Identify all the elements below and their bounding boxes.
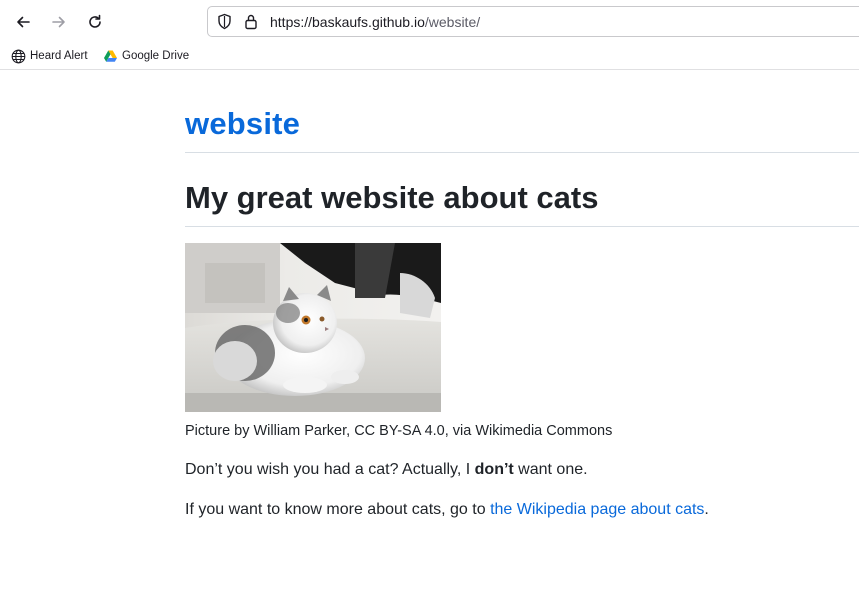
page-title: My great website about cats	[185, 180, 599, 215]
title-divider	[185, 226, 859, 227]
browser-toolbar: https://baskaufs.github.io/website/	[0, 0, 859, 42]
para2-text-after: .	[704, 501, 709, 518]
lock-icon[interactable]	[243, 13, 259, 30]
bookmarks-toolbar: Heard Alert Google Drive	[0, 42, 859, 70]
url-text[interactable]: https://baskaufs.github.io/website/	[270, 14, 480, 30]
address-bar[interactable]: https://baskaufs.github.io/website/	[207, 6, 859, 37]
url-path: /website/	[424, 14, 481, 30]
google-drive-icon	[104, 50, 117, 62]
bookmark-label: Google Drive	[122, 50, 190, 62]
cat-photo	[185, 243, 441, 412]
bookmark-heard-alert[interactable]: Heard Alert	[11, 47, 88, 65]
back-button[interactable]	[10, 9, 36, 35]
globe-icon	[11, 49, 26, 63]
paragraph-more-about-cats: If you want to know more about cats, go …	[185, 501, 709, 519]
url-host: https://baskaufs.github.io	[270, 14, 425, 30]
reload-icon	[89, 14, 101, 28]
paragraph-wish-cat: Don’t you wish you had a cat? Actually, …	[185, 461, 588, 479]
site-title-link[interactable]: website	[185, 106, 300, 142]
para2-text-before: If you want to know more about cats, go …	[185, 501, 491, 518]
shield-icon[interactable]	[216, 13, 233, 30]
photo-caption: Picture by William Parker, CC BY-SA 4.0,…	[185, 423, 613, 439]
header-divider	[185, 152, 859, 153]
back-arrow-icon	[17, 16, 30, 28]
reload-button[interactable]	[82, 9, 108, 35]
bookmark-label: Heard Alert	[30, 50, 88, 62]
bookmark-google-drive[interactable]: Google Drive	[103, 47, 189, 65]
forward-button[interactable]	[46, 9, 72, 35]
para1-bold-text: don’t	[474, 461, 514, 478]
wikipedia-cats-link[interactable]: the Wikipedia page about cats	[490, 501, 704, 518]
para1-text-before: Don’t you wish you had a cat? Actually, …	[185, 461, 475, 478]
para1-text-after: want one.	[513, 461, 588, 478]
forward-arrow-icon	[52, 16, 65, 28]
